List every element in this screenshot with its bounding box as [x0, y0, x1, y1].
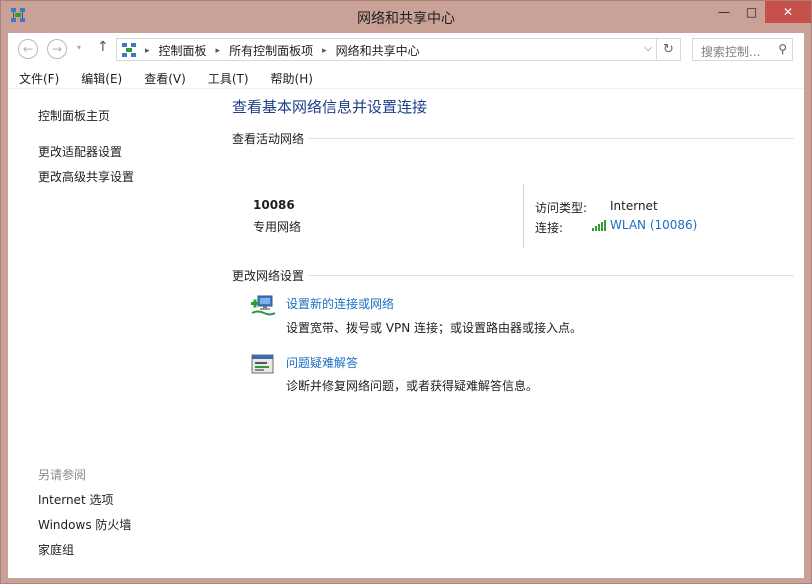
troubleshoot-description: 诊断并修复网络问题，或者获得疑难解答信息。 [286, 379, 539, 393]
sidebar-link-advanced-sharing[interactable]: 更改高级共享设置 [38, 168, 134, 185]
menu-tools[interactable]: 工具(T) [197, 67, 260, 88]
section-divider [232, 138, 794, 139]
sidebar-link-internet-options[interactable]: Internet 选项 [38, 491, 113, 508]
back-button[interactable]: ← [18, 39, 38, 59]
sidebar-link-windows-firewall[interactable]: Windows 防火墙 [38, 516, 131, 533]
window-title: 网络和共享中心 [357, 11, 455, 27]
setup-connection-description: 设置宽带、拨号或 VPN 连接；或设置路由器或接入点。 [286, 321, 583, 335]
sidebar-link-control-panel-home[interactable]: 控制面板主页 [38, 107, 110, 124]
up-button[interactable]: ↑ [97, 39, 109, 55]
breadcrumb: ▸ 控制面板 ▸ 所有控制面板项 ▸ 网络和共享中心 [141, 42, 420, 59]
chevron-right-icon[interactable]: ▸ [145, 46, 150, 56]
change-settings-section: 更改网络设置 [232, 267, 794, 284]
new-connection-icon [251, 295, 276, 316]
wifi-signal-icon [592, 219, 606, 231]
setup-connection-link[interactable]: 设置新的连接或网络 [286, 295, 394, 312]
connection-label: 连接: [535, 221, 564, 235]
search-input[interactable]: 搜索控制... ⚲ [692, 38, 793, 61]
vertical-divider [523, 184, 524, 248]
network-center-icon [122, 43, 136, 57]
recent-locations-dropdown[interactable]: ▾ [77, 43, 81, 52]
connection-link[interactable]: WLAN (10086) [592, 218, 697, 232]
chevron-right-icon[interactable]: ▸ [322, 46, 327, 56]
chevron-right-icon[interactable]: ▸ [216, 46, 221, 56]
menu-bar: 文件(F) 编辑(E) 查看(V) 工具(T) 帮助(H) [8, 67, 804, 89]
troubleshoot-icon [251, 354, 274, 374]
menu-help[interactable]: 帮助(H) [260, 67, 324, 88]
network-type: 专用网络 [253, 220, 302, 234]
address-bar[interactable]: ▸ 控制面板 ▸ 所有控制面板项 ▸ 网络和共享中心 ⌵ [116, 38, 657, 61]
menu-view[interactable]: 查看(V) [133, 67, 197, 88]
client-area: ← → ▾ ↑ ▸ 控制面板 ▸ 所有控制面板项 ▸ 网络和共享中心 ⌵ ↻ 搜… [8, 33, 804, 578]
breadcrumb-all-items[interactable]: 所有控制面板项 [229, 42, 313, 59]
active-networks-section: 查看活动网络 [232, 130, 794, 147]
window: 网络和共享中心 — □ ✕ ← → ▾ ↑ ▸ 控制面板 ▸ 所有控制面板项 ▸… [0, 0, 812, 584]
access-type-label: 访问类型: [535, 201, 588, 215]
page-title: 查看基本网络信息并设置连接 [232, 98, 428, 116]
see-also-header: 另请参阅 [38, 468, 87, 482]
troubleshoot-link[interactable]: 问题疑难解答 [286, 354, 358, 371]
search-placeholder: 搜索控制... [701, 45, 761, 59]
section-title: 查看活动网络 [232, 130, 309, 147]
access-type-value: Internet [610, 199, 658, 213]
title-bar[interactable]: 网络和共享中心 — □ ✕ [1, 1, 811, 33]
connection-value[interactable]: WLAN (10086) [610, 218, 697, 232]
section-divider [232, 275, 794, 276]
refresh-button[interactable]: ↻ [657, 38, 681, 61]
breadcrumb-control-panel[interactable]: 控制面板 [159, 42, 207, 59]
main-content: 查看基本网络信息并设置连接 查看活动网络 10086 专用网络 访问类型: In… [232, 90, 804, 578]
menu-edit[interactable]: 编辑(E) [70, 67, 133, 88]
close-button[interactable]: ✕ [765, 1, 811, 23]
menu-file[interactable]: 文件(F) [8, 67, 70, 88]
network-name: 10086 [253, 198, 295, 212]
minimize-button[interactable]: — [710, 1, 738, 23]
navigation-bar: ← → ▾ ↑ ▸ 控制面板 ▸ 所有控制面板项 ▸ 网络和共享中心 ⌵ ↻ 搜… [8, 33, 804, 66]
search-icon[interactable]: ⚲ [778, 42, 787, 56]
forward-button[interactable]: → [47, 39, 67, 59]
sidebar: 控制面板主页 更改适配器设置 更改高级共享设置 另请参阅 Internet 选项… [8, 90, 218, 578]
section-title: 更改网络设置 [232, 267, 309, 284]
sidebar-link-change-adapter[interactable]: 更改适配器设置 [38, 143, 122, 160]
maximize-button[interactable]: □ [738, 1, 765, 23]
sidebar-link-homegroup[interactable]: 家庭组 [38, 541, 74, 558]
chevron-down-icon[interactable]: ⌵ [644, 43, 652, 54]
breadcrumb-network-center[interactable]: 网络和共享中心 [336, 42, 420, 59]
